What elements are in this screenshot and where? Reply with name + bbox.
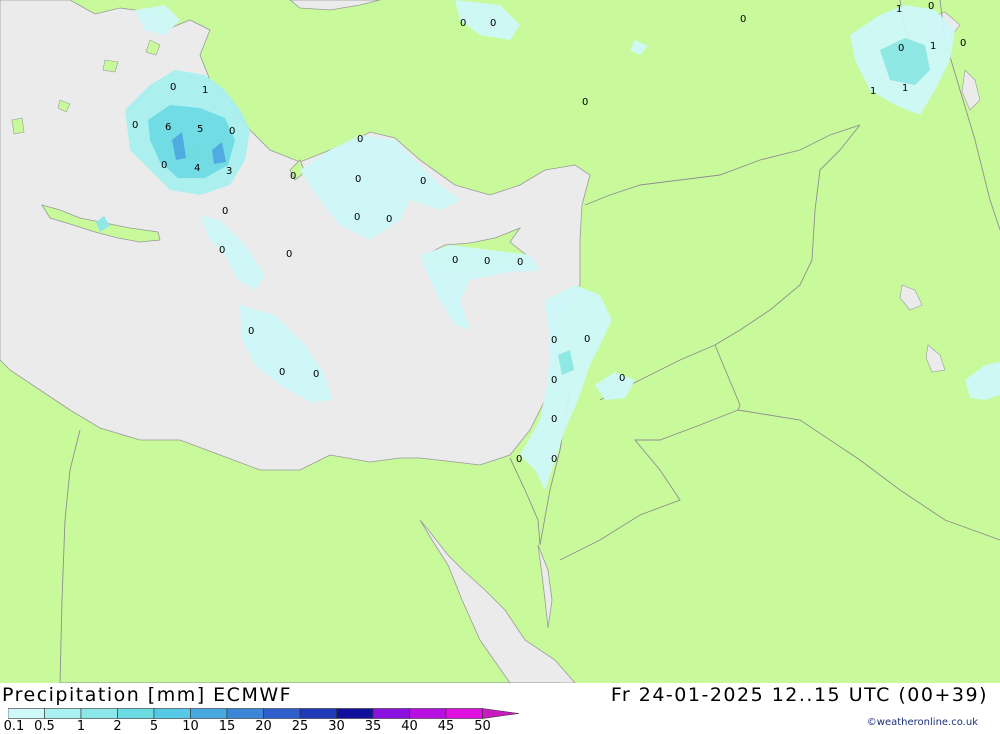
- credit-link[interactable]: ©weatheronline.co.uk: [867, 717, 978, 728]
- scale-tick-label: 0.5: [34, 719, 55, 734]
- map-label: 0: [898, 43, 904, 54]
- scale-cell: [299, 708, 337, 719]
- map-label: 0: [313, 369, 319, 380]
- scale-tick-label: 35: [364, 719, 382, 734]
- scale-tick-label: 2: [113, 719, 122, 734]
- map-label: 0: [354, 212, 360, 223]
- map-label: 0: [286, 249, 292, 260]
- map-label: 0: [222, 206, 228, 217]
- scale-cell: [44, 708, 82, 719]
- scale-tick-label: 45: [437, 719, 455, 734]
- map-label: 1: [896, 4, 902, 15]
- map-label: 1: [202, 85, 208, 96]
- forecast-datetime: Fr 24-01-2025 12..15 UTC (00+39): [610, 684, 988, 706]
- scale-tick-label: 25: [291, 719, 309, 734]
- map-label: 0: [357, 134, 363, 145]
- precipitation-map[interactable]: 0 0 0 1 0 0 1 0 1 1 0 1 0 6 5 0 0 4 3 0 …: [0, 0, 1000, 683]
- map-label-extra: 0: [551, 454, 557, 465]
- scale-cell: [117, 708, 155, 719]
- map-label: 0: [584, 334, 590, 345]
- scale-arrow: [482, 708, 520, 719]
- scale-cell: [226, 708, 264, 719]
- map-label: 1: [902, 83, 908, 94]
- scale-tick-label: 10: [182, 719, 199, 734]
- map-label: 0: [161, 160, 167, 171]
- map-label: 0: [386, 214, 392, 225]
- scale-cell: [409, 708, 447, 719]
- aegean-island-a: [102, 59, 119, 73]
- scale-tick-label: 50: [474, 719, 491, 734]
- scale-tick-label: 40: [401, 719, 418, 734]
- scale-tick-label: 30: [328, 719, 345, 734]
- map-label: 1: [870, 86, 876, 97]
- map-label: 0: [516, 454, 522, 465]
- map-label: 1: [930, 41, 936, 52]
- color-scale-labels: 0.1 0.5 1 2 5 10 15 20 25 30 35 40 45 50: [0, 719, 540, 734]
- map-label: 0: [551, 335, 557, 346]
- map-label: 4: [194, 163, 200, 174]
- map-label: 0: [170, 82, 176, 93]
- scale-tick-label: 5: [149, 719, 159, 734]
- scale-cell: [445, 708, 483, 719]
- map-label: 3: [226, 166, 232, 177]
- map-label: 0: [355, 174, 361, 185]
- map-label: 5: [197, 124, 203, 135]
- scale-cell: [372, 708, 410, 719]
- scale-cell: [153, 708, 191, 719]
- map-label: 0: [420, 176, 426, 187]
- map-label: 0: [740, 14, 746, 25]
- map-label: 0: [219, 245, 225, 256]
- scale-cell: [336, 708, 374, 719]
- map-label: 0: [484, 256, 490, 267]
- map-label: 0: [619, 373, 625, 384]
- map-label: 0: [248, 326, 254, 337]
- map-label: 0: [928, 1, 934, 12]
- map-label: 0: [460, 18, 466, 29]
- map-label: 0: [551, 414, 557, 425]
- color-scale-bar: [8, 708, 520, 719]
- map-title: Precipitation [mm] ECMWF: [2, 684, 293, 706]
- map-footer: Precipitation [mm] ECMWF Fr 24-01-2025 1…: [0, 683, 1000, 734]
- map-label: 0: [290, 171, 296, 182]
- map-label: 0: [490, 18, 496, 29]
- map-label: 0: [279, 367, 285, 378]
- aegean-island-e: [11, 117, 25, 135]
- map-label: 0: [960, 38, 966, 49]
- scale-tick-label: 0.1: [3, 719, 25, 734]
- scale-cell: [190, 708, 228, 719]
- map-label: 0: [582, 97, 588, 108]
- map-label: 0: [132, 120, 138, 131]
- scale-tick-label: 1: [76, 719, 86, 734]
- scale-cell: [263, 708, 301, 719]
- scale-tick-label: 15: [218, 719, 236, 734]
- map-label: 0: [551, 375, 557, 386]
- map-label: 0: [517, 257, 523, 268]
- scale-tick-label: 20: [255, 719, 272, 734]
- map-label: 0: [229, 126, 235, 137]
- scale-cell: [80, 708, 118, 719]
- scale-cell: [8, 708, 45, 719]
- map-label: 6: [165, 122, 171, 133]
- map-label: 0: [452, 255, 458, 266]
